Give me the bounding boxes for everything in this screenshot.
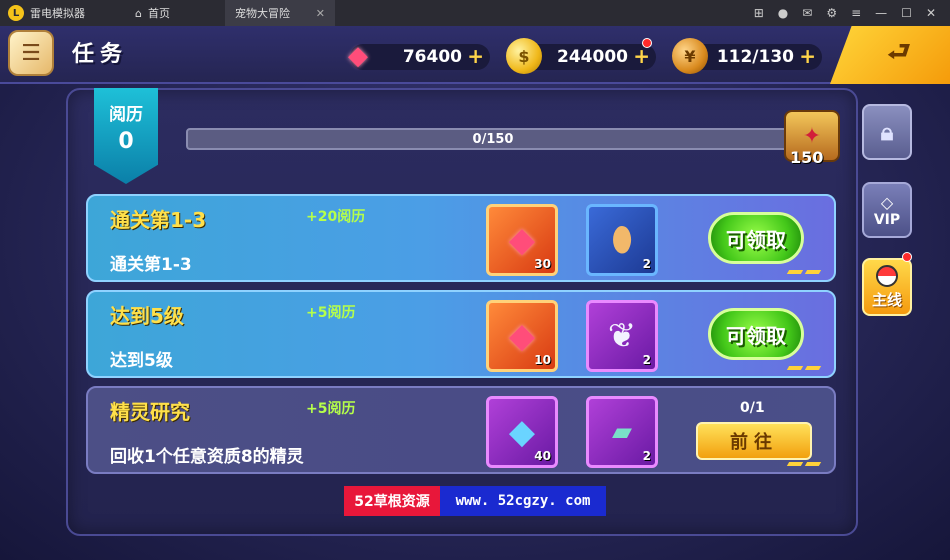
main-quest-tab-button[interactable]: 主线	[862, 258, 912, 316]
gold-notification-dot	[642, 38, 652, 48]
mail-icon[interactable]: ✉	[802, 6, 812, 20]
emulator-logo-icon: L	[8, 5, 24, 21]
back-arrow-icon: ⮐	[887, 37, 911, 67]
gold-resource: $ 244000 +	[506, 38, 656, 74]
lock-icon: 🔒︎	[880, 118, 894, 146]
task-description: 通关第1-3	[110, 255, 192, 275]
go-button[interactable]: 前往	[696, 422, 812, 460]
add-stamina-button[interactable]: +	[799, 44, 816, 68]
reward-slot[interactable]: ❦ 2	[586, 300, 658, 372]
gem-icon: ◆	[508, 316, 536, 356]
watermark-site-name: 52草根资源	[344, 486, 440, 516]
reward-count: 2	[642, 257, 651, 271]
close-window-icon[interactable]: ✕	[926, 6, 936, 20]
gems-resource: ◆ 76400 +	[348, 41, 490, 72]
task-header: ☰ 任务 ◆ 76400 + $ 244000 + ¥ 112/130 + ⮐	[0, 26, 950, 84]
back-button[interactable]: ⮐	[830, 26, 950, 84]
ticket-icon: ▰	[612, 417, 632, 447]
vip-diamond-icon: ◇	[880, 192, 894, 212]
game-screen: ☰ 任务 ◆ 76400 + $ 244000 + ¥ 112/130 + ⮐ …	[0, 26, 950, 560]
pokeball-icon	[876, 264, 898, 287]
user-icon[interactable]: ●	[778, 6, 788, 20]
decor-stripes	[786, 270, 822, 274]
claim-button[interactable]: 可领取	[708, 308, 804, 360]
decor-stripes	[786, 366, 822, 370]
task-description: 回收1个任意资质8的精灵	[110, 447, 304, 467]
page-title: 任务	[72, 42, 129, 67]
reward-slot[interactable]: ◆ 40	[486, 396, 558, 468]
feather-icon: ❦	[607, 316, 637, 356]
tab-close-icon[interactable]: ✕	[316, 7, 325, 20]
gold-coin-icon: $	[506, 38, 542, 74]
task-title: 通关第1-3	[110, 208, 207, 232]
vip-tab-button[interactable]: ◇ VIP	[862, 182, 912, 238]
reward-count: 2	[642, 449, 651, 463]
experience-label: 阅历	[109, 105, 143, 125]
reward-count: 30	[534, 257, 551, 271]
claim-button[interactable]: 可领取	[708, 212, 804, 264]
task-title: 精灵研究	[110, 400, 190, 424]
task-row: 精灵研究 +5阅历 回收1个任意资质8的精灵 ◆ 40 ▰ 2 0/1 前往	[86, 386, 836, 474]
main-quest-notification-dot	[902, 252, 912, 262]
task-progress: 0/1	[740, 400, 765, 416]
chest-requirement: 150	[790, 148, 824, 167]
reward-count: 10	[534, 353, 551, 367]
task-exp-reward: +20阅历	[306, 209, 366, 225]
tab-home[interactable]: ⌂ 首页	[125, 0, 225, 26]
vip-tab-label: VIP	[873, 211, 901, 228]
settings-icon[interactable]: ⚙	[826, 6, 837, 20]
home-icon: ⌂	[135, 6, 142, 20]
reward-slot[interactable]: ◆ 30	[486, 204, 558, 276]
stamina-coin-icon: ¥	[672, 38, 708, 74]
tab-game[interactable]: 宠物大冒险 ✕	[225, 0, 335, 26]
watermark-url: www. 52cgzy. com	[440, 486, 606, 516]
stamina-resource: ¥ 112/130 +	[672, 38, 822, 74]
reward-slot[interactable]: ⬮ 2	[586, 204, 658, 276]
reward-count: 40	[534, 449, 551, 463]
emulator-titlebar: L 雷电模拟器 ⌂ 首页 宠物大冒险 ✕ ⊞ ● ✉ ⚙ ≡ — ☐ ✕	[0, 0, 950, 26]
gem-icon: ◆	[508, 220, 536, 260]
reward-slot[interactable]: ◆ 10	[486, 300, 558, 372]
tab-game-label: 宠物大冒险	[235, 7, 290, 20]
task-scroll-icon: ☰	[8, 30, 54, 76]
tab-home-label: 首页	[147, 7, 170, 20]
gamepad-icon[interactable]: ⊞	[754, 6, 764, 20]
task-title: 达到5级	[110, 304, 184, 328]
reward-count: 2	[642, 353, 651, 367]
egg-icon: ⬮	[611, 220, 633, 260]
experience-badge: 阅历 0	[94, 88, 158, 184]
reward-slot[interactable]: ▰ 2	[586, 396, 658, 468]
main-quest-tab-label: 主线	[871, 290, 902, 309]
minimize-icon[interactable]: —	[875, 6, 887, 20]
maximize-icon[interactable]: ☐	[901, 6, 912, 20]
add-gems-button[interactable]: +	[467, 44, 484, 68]
task-exp-reward: +5阅历	[306, 305, 356, 321]
crystal-icon: ◆	[508, 412, 536, 452]
decor-stripes	[786, 462, 822, 466]
gem-icon: ◆	[348, 41, 368, 71]
emulator-app-name: 雷电模拟器	[30, 7, 85, 20]
task-exp-reward: +5阅历	[306, 401, 356, 417]
locked-tab-button[interactable]: 🔒︎	[862, 104, 912, 160]
experience-value: 0	[118, 129, 134, 154]
task-row: 通关第1-3 +20阅历 通关第1-3 ◆ 30 ⬮ 2 可领取	[86, 194, 836, 282]
experience-progress-text: 0/150	[472, 132, 514, 147]
task-description: 达到5级	[110, 351, 173, 371]
experience-progress-bar: 0/150	[186, 128, 800, 150]
task-row: 达到5级 +5阅历 达到5级 ◆ 10 ❦ 2 可领取	[86, 290, 836, 378]
menu-icon[interactable]: ≡	[851, 6, 861, 20]
